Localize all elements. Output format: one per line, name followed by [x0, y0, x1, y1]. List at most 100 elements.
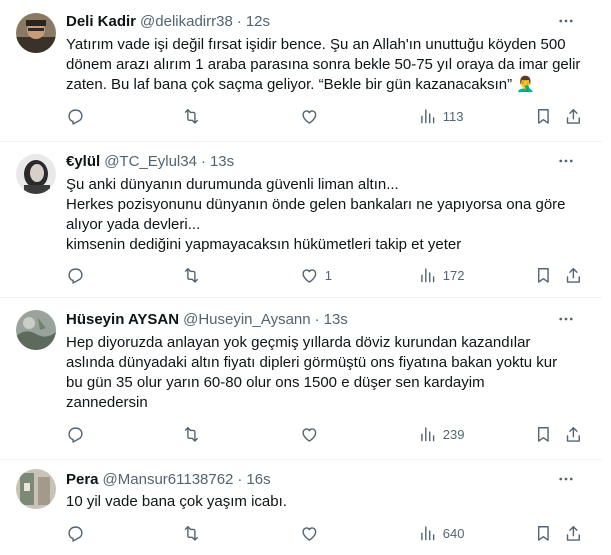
- share-button[interactable]: [564, 523, 583, 543]
- separator-dot: ·: [237, 470, 243, 488]
- tweet-actions: 1 172: [56, 265, 586, 285]
- bookmark-icon: [537, 267, 549, 283]
- tweet-text-line: bu gün 35 olur yarın 60-80 olur ons 1500…: [66, 374, 485, 391]
- author-name[interactable]: Deli Kadir: [66, 13, 136, 30]
- tweet-text-line: zaten. Bu laf bana çok saçma geliyor. “B…: [66, 76, 535, 93]
- timestamp[interactable]: 12s: [246, 13, 270, 30]
- avatar[interactable]: [16, 469, 56, 509]
- tweet-text-line: Herkes pozisyonunu dünyanın önde gelen b…: [66, 196, 566, 213]
- heart-icon: [302, 427, 317, 442]
- retweet-icon: [184, 267, 198, 283]
- views-button[interactable]: 640: [418, 523, 464, 543]
- views-count: 113: [442, 108, 464, 124]
- tweet[interactable]: €ylül @TC_Eylul34 · 13s Şu anki dünyanın…: [0, 142, 602, 298]
- avatar[interactable]: [16, 310, 56, 350]
- bookmark-icon: [537, 426, 549, 442]
- more-icon[interactable]: [556, 309, 576, 329]
- timestamp[interactable]: 13s: [210, 153, 234, 170]
- tweet-text: Yatırım vade işi değil fırsat işidir ben…: [66, 35, 588, 95]
- share-button[interactable]: [564, 424, 583, 444]
- views-button[interactable]: 172: [418, 265, 464, 285]
- heart-icon: [302, 268, 317, 283]
- reply-icon: [68, 427, 83, 443]
- share-icon: [566, 426, 580, 442]
- reply-button[interactable]: [66, 523, 91, 543]
- reply-icon: [68, 109, 83, 125]
- tweet-text-line: 10 yil vade bana çok yaşım icabı.: [66, 493, 287, 510]
- tweet-actions: 640: [56, 523, 586, 543]
- retweet-button[interactable]: [182, 106, 207, 126]
- tweet-text-line: kimsenin dediğini yapmayacaksın hükümetl…: [66, 236, 462, 253]
- tweet-header: Deli Kadir @delikadirr38 · 12s: [66, 11, 594, 31]
- like-button[interactable]: 1: [300, 265, 332, 285]
- views-button[interactable]: 239: [418, 424, 464, 444]
- reply-button[interactable]: [66, 265, 91, 285]
- separator-dot: ·: [314, 310, 320, 328]
- like-button[interactable]: [300, 523, 325, 543]
- tweet-text-line: alıyor yada devleri...: [66, 216, 201, 233]
- bookmark-button[interactable]: [534, 265, 553, 285]
- more-icon[interactable]: [556, 11, 576, 31]
- author-name[interactable]: €ylül: [66, 153, 100, 170]
- author-name[interactable]: Hüseyin AYSAN: [66, 311, 179, 328]
- timestamp[interactable]: 16s: [246, 471, 270, 488]
- retweet-button[interactable]: [182, 523, 207, 543]
- tweet[interactable]: Deli Kadir @delikadirr38 · 12s Yatırım v…: [0, 0, 602, 142]
- like-button[interactable]: [300, 424, 325, 444]
- more-icon[interactable]: [556, 469, 576, 489]
- share-button[interactable]: [564, 265, 583, 285]
- bookmark-icon: [537, 525, 549, 541]
- tweet-text: Hep diyoruzda anlayan yok geçmiş yıllard…: [66, 333, 588, 413]
- timeline-feed: Deli Kadir @delikadirr38 · 12s Yatırım v…: [0, 0, 611, 555]
- tweet-text-line: dönem arazı alırım 1 araba parasına sonr…: [66, 56, 581, 73]
- tweet[interactable]: Hüseyin AYSAN @Huseyin_Aysann · 13s Hep …: [0, 298, 602, 460]
- tweet-text-line: Yatırım vade işi değil fırsat işidir ben…: [66, 36, 566, 53]
- retweet-icon: [184, 525, 198, 541]
- reply-icon: [68, 268, 83, 284]
- heart-icon: [302, 526, 317, 541]
- tweet-text: Şu anki dünyanın durumunda güvenli liman…: [66, 175, 588, 255]
- like-count: 1: [324, 267, 332, 283]
- share-icon: [566, 525, 580, 541]
- tweet-text-line: zannedersin: [66, 394, 148, 411]
- more-icon[interactable]: [556, 151, 576, 171]
- reply-button[interactable]: [66, 106, 91, 126]
- views-icon: [421, 526, 435, 540]
- tweet-header: €ylül @TC_Eylul34 · 13s: [66, 151, 594, 171]
- bookmark-button[interactable]: [534, 523, 553, 543]
- author-handle[interactable]: @delikadirr38: [140, 13, 233, 30]
- reply-button[interactable]: [66, 424, 91, 444]
- tweet-text-line: Şu anki dünyanın durumunda güvenli liman…: [66, 176, 399, 193]
- share-icon: [566, 108, 580, 124]
- bookmark-button[interactable]: [534, 424, 553, 444]
- retweet-icon: [184, 426, 198, 442]
- author-name[interactable]: Pera: [66, 471, 99, 488]
- author-handle[interactable]: @TC_Eylul34: [104, 153, 197, 170]
- author-handle[interactable]: @Huseyin_Aysann: [183, 311, 311, 328]
- share-button[interactable]: [564, 106, 583, 126]
- timestamp[interactable]: 13s: [324, 311, 348, 328]
- avatar[interactable]: [16, 154, 56, 194]
- separator-dot: ·: [200, 152, 206, 170]
- tweet-actions: 239: [56, 424, 586, 444]
- tweet[interactable]: Pera @Mansur61138762 · 16s 10 yil vade b…: [0, 460, 602, 555]
- views-button[interactable]: 113: [418, 106, 463, 126]
- separator-dot: ·: [236, 12, 242, 30]
- tweet-text-line: aslında dünyadaki altın fiyatı dipleri g…: [66, 354, 558, 371]
- views-icon: [421, 268, 435, 282]
- views-count: 640: [442, 525, 465, 541]
- author-handle[interactable]: @Mansur61138762: [103, 471, 234, 488]
- avatar[interactable]: [16, 13, 56, 53]
- share-icon: [566, 267, 580, 283]
- like-button[interactable]: [300, 106, 325, 126]
- views-icon: [421, 109, 435, 123]
- bookmark-button[interactable]: [534, 106, 553, 126]
- retweet-button[interactable]: [182, 265, 207, 285]
- views-count: 239: [442, 426, 465, 442]
- heart-icon: [302, 109, 317, 124]
- views-icon: [421, 427, 435, 441]
- tweet-text: 10 yil vade bana çok yaşım icabı.: [66, 492, 588, 512]
- bookmark-icon: [537, 108, 549, 124]
- views-count: 172: [442, 267, 465, 283]
- retweet-button[interactable]: [182, 424, 207, 444]
